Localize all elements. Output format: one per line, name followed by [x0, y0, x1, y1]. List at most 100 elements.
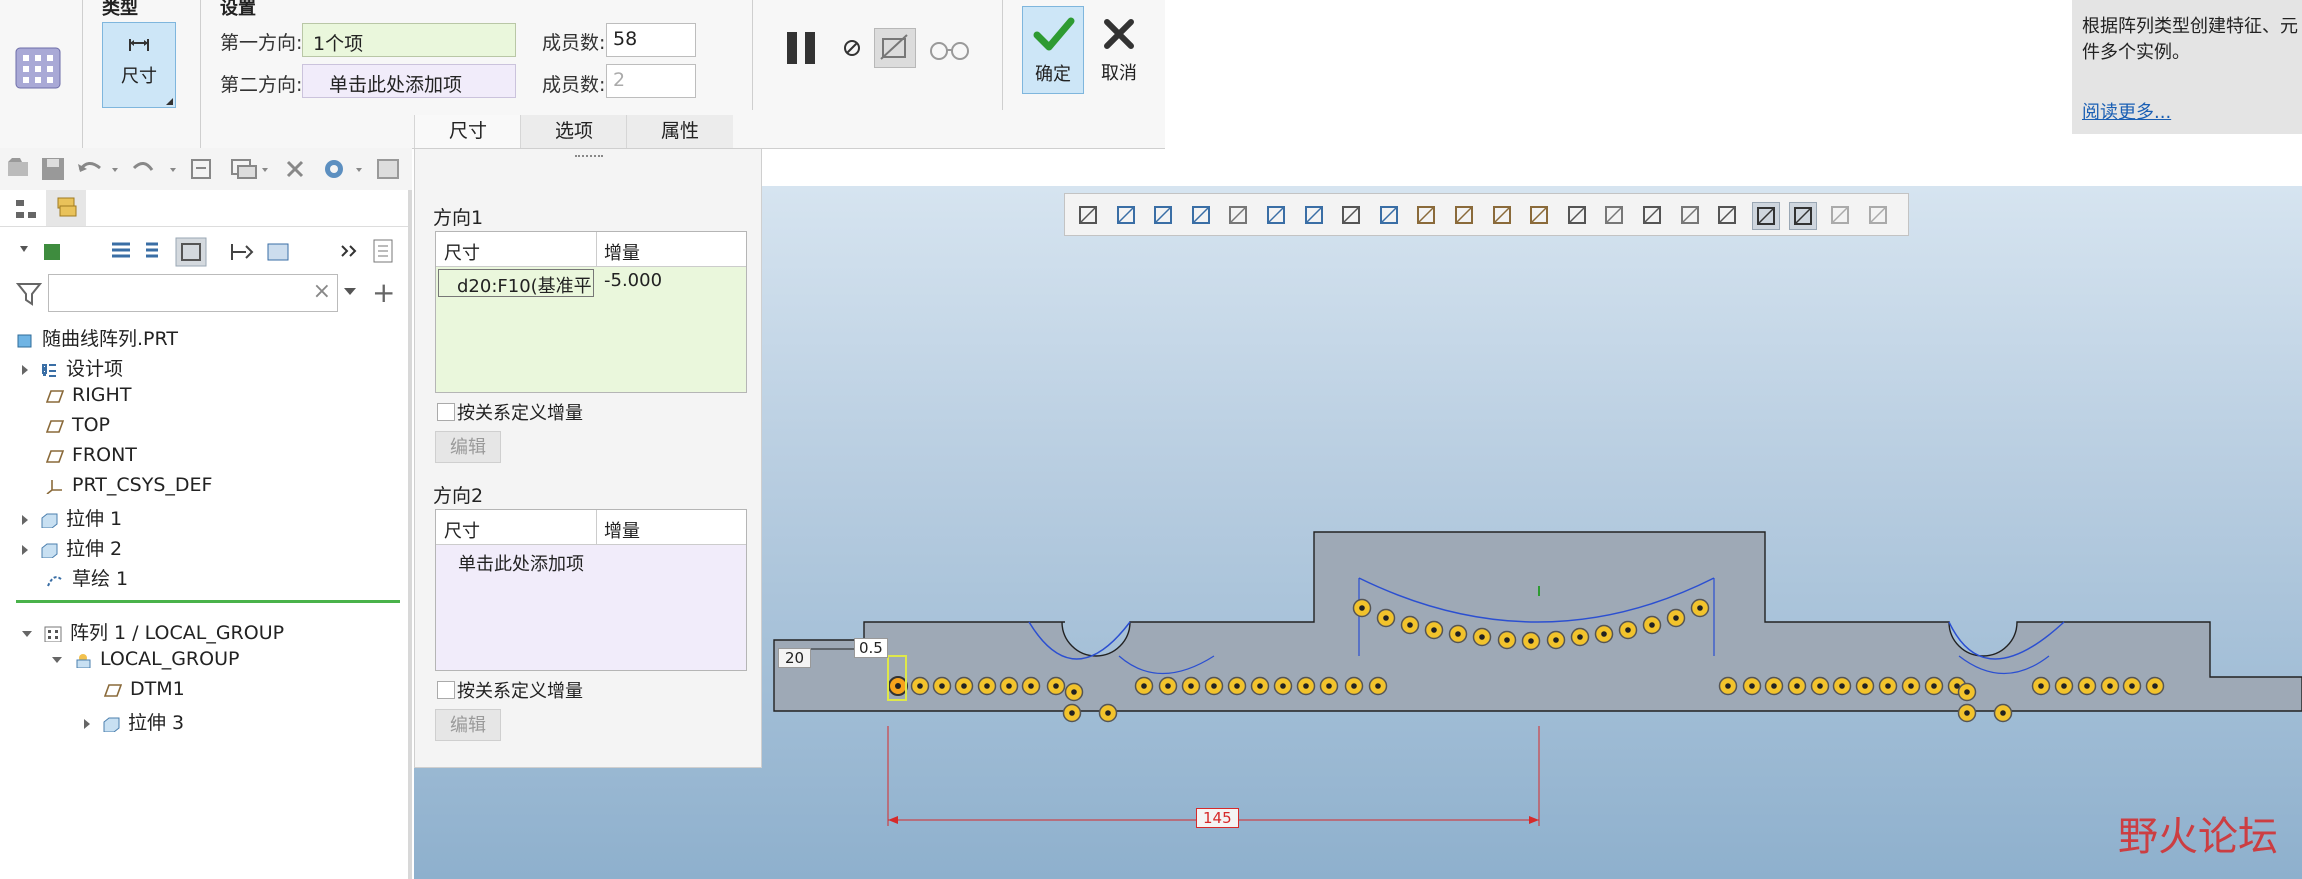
dir1-relation-checkbox[interactable] — [437, 403, 455, 421]
display-style-icon[interactable] — [1225, 202, 1251, 228]
pattern-member-marker[interactable] — [1064, 682, 1084, 702]
window-switch-icon[interactable] — [377, 159, 399, 179]
tree-search-input[interactable]: × — [48, 274, 338, 312]
axis-display-icon[interactable] — [1451, 202, 1477, 228]
tree-root[interactable]: 随曲线阵列.PRT — [16, 324, 178, 351]
tree-item-sketch1[interactable]: 草绘 1 — [46, 564, 128, 591]
pause-animation-icon[interactable] — [1827, 202, 1853, 228]
pattern-member-marker[interactable] — [1993, 703, 2013, 723]
cancel-button[interactable]: 取消 — [1088, 6, 1150, 94]
dir1-row-inc[interactable]: -5.000 — [604, 270, 662, 291]
clear-search-icon[interactable]: × — [313, 279, 331, 304]
pattern-member-marker[interactable] — [1046, 676, 1066, 696]
tree-item-pattern[interactable]: 阵列 1 / LOCAL_GROUP — [22, 618, 284, 645]
dir2-edit-button[interactable]: 编辑 — [435, 709, 501, 741]
pattern-member-marker[interactable] — [1319, 676, 1339, 696]
tree-item-design-items[interactable]: 设计项 — [22, 354, 123, 381]
tree-settings-icon[interactable] — [20, 244, 60, 260]
dimension-05-label[interactable]: 0.5 — [854, 638, 888, 658]
dir1-edit-button[interactable]: 编辑 — [435, 431, 501, 463]
settings-gear-icon[interactable] — [325, 160, 362, 178]
dir2-relation-checkbox[interactable] — [437, 681, 455, 699]
pattern-member-marker[interactable] — [910, 676, 930, 696]
columns-icon[interactable] — [175, 237, 207, 267]
pattern-member-marker[interactable] — [1448, 624, 1468, 644]
dir2-collector[interactable]: 单击此处添加项 — [302, 64, 516, 98]
more-icon[interactable] — [341, 245, 357, 257]
pattern-member-marker[interactable] — [1021, 676, 1041, 696]
tab-properties[interactable]: 属性 — [626, 115, 733, 148]
tree-item-csys[interactable]: PRT_CSYS_DEF — [46, 474, 212, 496]
show-icon[interactable] — [267, 243, 289, 261]
tab-dimensions[interactable]: 尺寸 — [414, 115, 521, 148]
pattern-member-marker[interactable] — [1787, 676, 1807, 696]
pattern-member-marker[interactable] — [1521, 631, 1541, 651]
pattern-member-marker[interactable] — [1810, 676, 1830, 696]
pattern-member-marker[interactable] — [1400, 615, 1420, 635]
pattern-member-marker[interactable] — [954, 676, 974, 696]
notes-icon[interactable] — [373, 239, 393, 263]
refit-icon[interactable] — [1075, 202, 1101, 228]
plane-display-icon[interactable] — [1413, 202, 1439, 228]
pattern-member-marker[interactable] — [1273, 676, 1293, 696]
tree-item-extrude2[interactable]: 拉伸 2 — [22, 534, 122, 561]
pattern-member-marker[interactable] — [1957, 703, 1977, 723]
tree-item-extrude1[interactable]: 拉伸 1 — [22, 504, 122, 531]
pattern-member-marker[interactable] — [1250, 676, 1270, 696]
pattern-member-marker[interactable] — [1134, 676, 1154, 696]
pattern-member-marker[interactable] — [1924, 676, 1944, 696]
csys-display-icon[interactable] — [1526, 202, 1552, 228]
pattern-member-marker[interactable] — [1642, 615, 1662, 635]
read-more-link[interactable]: 阅读更多... — [2082, 98, 2171, 124]
zoom-in-icon[interactable] — [1113, 202, 1139, 228]
zoom-out-icon[interactable] — [1150, 202, 1176, 228]
add-filter-icon[interactable]: + — [372, 276, 395, 309]
list-view2-icon[interactable] — [146, 242, 158, 258]
datum-tags-icon[interactable] — [1639, 202, 1665, 228]
pattern-member-marker[interactable] — [1368, 676, 1388, 696]
pattern-member-marker[interactable] — [932, 676, 952, 696]
no-preview-icon[interactable] — [842, 38, 862, 58]
pattern-member-marker[interactable] — [1472, 627, 1492, 647]
redo-icon[interactable] — [132, 162, 176, 172]
filter-tree-icon[interactable] — [231, 244, 254, 260]
list-view-icon[interactable] — [112, 242, 130, 258]
pattern-member-marker[interactable] — [1352, 598, 1372, 618]
pattern-member-marker[interactable] — [2100, 676, 2120, 696]
tree-item-dtm1[interactable]: DTM1 — [104, 678, 185, 700]
view-manager-icon[interactable] — [1301, 202, 1327, 228]
pattern-member-marker[interactable] — [1204, 676, 1224, 696]
undo-icon[interactable] — [78, 162, 118, 172]
pattern-member-marker[interactable] — [1666, 608, 1686, 628]
filter-icon[interactable] — [16, 282, 42, 306]
close-window-icon[interactable] — [286, 160, 304, 178]
windows-icon[interactable] — [231, 159, 268, 179]
model-tree-tab[interactable] — [6, 190, 47, 226]
pattern-member-marker[interactable] — [2077, 676, 2097, 696]
tab-options[interactable]: 选项 — [520, 115, 627, 148]
pattern-member-marker[interactable] — [999, 676, 1019, 696]
regenerate-icon[interactable] — [191, 159, 211, 179]
save-icon[interactable] — [42, 158, 64, 180]
dir2-placeholder[interactable]: 单击此处添加项 — [458, 550, 584, 576]
dimension-145-label[interactable]: 145 — [1196, 808, 1239, 828]
pattern-member-marker[interactable] — [2031, 676, 2051, 696]
pattern-member-marker[interactable] — [1878, 676, 1898, 696]
pattern-member-marker[interactable] — [1098, 703, 1118, 723]
search-dropdown-icon[interactable] — [344, 288, 356, 295]
pattern-member-marker[interactable] — [1546, 630, 1566, 650]
pattern-member-marker[interactable] — [977, 676, 997, 696]
pattern-member-marker[interactable] — [1764, 676, 1784, 696]
pattern-member-marker[interactable] — [1296, 676, 1316, 696]
perspective-icon[interactable] — [1338, 202, 1364, 228]
dimension-20-label[interactable]: 20 — [778, 648, 812, 668]
repaint-icon[interactable] — [1188, 202, 1214, 228]
pattern-member-marker[interactable] — [1901, 676, 1921, 696]
pattern-member-marker[interactable] — [1832, 676, 1852, 696]
select-icon[interactable] — [1714, 202, 1740, 228]
tree-item-right[interactable]: RIGHT — [46, 384, 131, 406]
verify-model-icon[interactable] — [874, 28, 916, 68]
pattern-member-marker[interactable] — [1158, 676, 1178, 696]
dir1-row-dim[interactable]: d20:F10(基准平 — [438, 269, 594, 297]
pattern-member-marker[interactable] — [1227, 676, 1247, 696]
